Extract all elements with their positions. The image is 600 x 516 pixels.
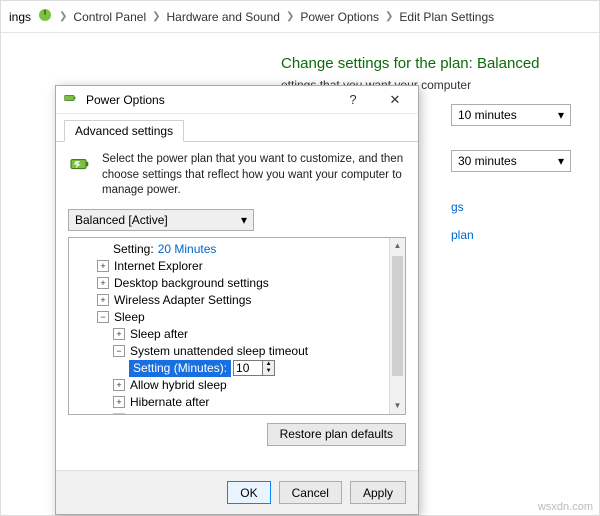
- ok-button[interactable]: OK: [227, 481, 270, 504]
- tree-setting-row: Setting: 20 Minutes: [71, 241, 403, 258]
- cancel-button[interactable]: Cancel: [279, 481, 342, 504]
- breadcrumb-item[interactable]: Edit Plan Settings: [399, 10, 494, 24]
- minutes-input[interactable]: [234, 361, 262, 375]
- intro-text: Select the power plan that you want to c…: [102, 152, 406, 199]
- dialog-title: Power Options: [86, 93, 165, 107]
- tree-node-label: Wireless Adapter Settings: [114, 292, 251, 309]
- scroll-thumb[interactable]: [392, 256, 403, 376]
- watermark: wsxdn.com: [538, 501, 593, 513]
- tree-node-label: Allow hybrid sleep: [130, 377, 227, 394]
- title-bar: Power Options ? ✕: [56, 86, 418, 114]
- dropdown-display-timeout[interactable]: 10 minutes ▾: [451, 104, 571, 126]
- tree-node-label: Desktop background settings: [114, 275, 269, 292]
- tree-node-label: Sleep: [114, 309, 145, 326]
- chevron-right-icon: ❯: [152, 11, 160, 22]
- link-fragment[interactable]: gs: [451, 200, 589, 214]
- scroll-down-icon[interactable]: ▼: [390, 398, 405, 414]
- tab-advanced-settings[interactable]: Advanced settings: [64, 120, 184, 142]
- breadcrumb-item[interactable]: Hardware and Sound: [167, 10, 280, 24]
- tree-node-label: Sleep after: [130, 326, 188, 343]
- plan-select[interactable]: Balanced [Active] ▾: [68, 209, 254, 231]
- close-button[interactable]: ✕: [378, 89, 412, 111]
- collapse-icon[interactable]: −: [113, 345, 125, 357]
- dropdown-sleep-timeout[interactable]: 30 minutes ▾: [451, 150, 571, 172]
- expand-icon[interactable]: +: [97, 277, 109, 289]
- chevron-right-icon: ❯: [385, 11, 393, 22]
- chevron-right-icon: ❯: [286, 11, 294, 22]
- settings-tree[interactable]: Setting: 20 Minutes + Internet Explorer +…: [68, 237, 406, 415]
- battery-icon: [62, 90, 78, 109]
- collapse-icon[interactable]: −: [97, 311, 109, 323]
- plan-select-value: Balanced [Active]: [75, 213, 168, 227]
- tree-label: Setting:: [113, 241, 154, 258]
- chevron-down-icon: ▾: [241, 213, 247, 227]
- tree-node-hybrid-sleep[interactable]: + Allow hybrid sleep: [71, 377, 403, 394]
- breadcrumb-item[interactable]: Control Panel: [73, 10, 146, 24]
- link-fragment[interactable]: plan: [451, 228, 589, 242]
- tree-node-label: Allow wake timers: [130, 411, 226, 415]
- tree-node-wake-timers[interactable]: + Allow wake timers: [71, 411, 403, 415]
- minutes-spinner[interactable]: ▲▼: [233, 360, 275, 376]
- expand-icon[interactable]: +: [97, 294, 109, 306]
- tree-node-sleep-after[interactable]: + Sleep after: [71, 326, 403, 343]
- expand-icon[interactable]: +: [113, 413, 125, 415]
- chevron-right-icon: ❯: [59, 11, 67, 22]
- breadcrumb: ings ❯ Control Panel ❯ Hardware and Soun…: [1, 1, 599, 33]
- expand-icon[interactable]: +: [113, 396, 125, 408]
- tab-strip: Advanced settings: [56, 114, 418, 142]
- power-options-dialog: Power Options ? ✕ Advanced settings Sele…: [55, 85, 419, 515]
- battery-large-icon: [68, 152, 92, 179]
- page-heading: Change settings for the plan: Balanced: [281, 55, 589, 72]
- tree-node-label: Internet Explorer: [114, 258, 203, 275]
- apply-button[interactable]: Apply: [350, 481, 406, 504]
- power-icon: [37, 7, 53, 26]
- dropdown-value: 30 minutes: [458, 154, 517, 168]
- selected-setting-label: Setting (Minutes):: [129, 360, 231, 377]
- spinner-up-icon[interactable]: ▲: [262, 361, 274, 368]
- window-label-fragment: ings: [9, 10, 31, 24]
- vertical-scrollbar[interactable]: ▲ ▼: [389, 238, 405, 414]
- tree-node-unattended-sleep-timeout[interactable]: −System unattended sleep timeout: [71, 343, 403, 360]
- chevron-down-icon: ▾: [558, 108, 564, 122]
- spinner-down-icon[interactable]: ▼: [262, 368, 274, 375]
- tree-node-label: System unattended sleep timeout: [130, 343, 308, 360]
- tree-node-desktop-background[interactable]: + Desktop background settings: [71, 275, 403, 292]
- tree-node-internet-explorer[interactable]: + Internet Explorer: [71, 258, 403, 275]
- tree-node-wireless-adapter[interactable]: + Wireless Adapter Settings: [71, 292, 403, 309]
- tree-setting-unattended-value[interactable]: Setting (Minutes): ▲▼: [71, 360, 403, 377]
- tree-value-link[interactable]: 20 Minutes: [158, 241, 217, 258]
- tree-node-sleep[interactable]: −Sleep: [71, 309, 403, 326]
- dropdown-value: 10 minutes: [458, 108, 517, 122]
- expand-icon[interactable]: +: [113, 328, 125, 340]
- scroll-up-icon[interactable]: ▲: [390, 238, 405, 254]
- restore-defaults-button[interactable]: Restore plan defaults: [267, 423, 406, 446]
- dialog-actions: OK Cancel Apply: [56, 470, 418, 514]
- expand-icon[interactable]: +: [97, 260, 109, 272]
- breadcrumb-item[interactable]: Power Options: [300, 10, 379, 24]
- help-button[interactable]: ?: [336, 89, 370, 111]
- tree-node-label: Hibernate after: [130, 394, 209, 411]
- chevron-down-icon: ▾: [558, 154, 564, 168]
- tree-node-hibernate-after[interactable]: + Hibernate after: [71, 394, 403, 411]
- expand-icon[interactable]: +: [113, 379, 125, 391]
